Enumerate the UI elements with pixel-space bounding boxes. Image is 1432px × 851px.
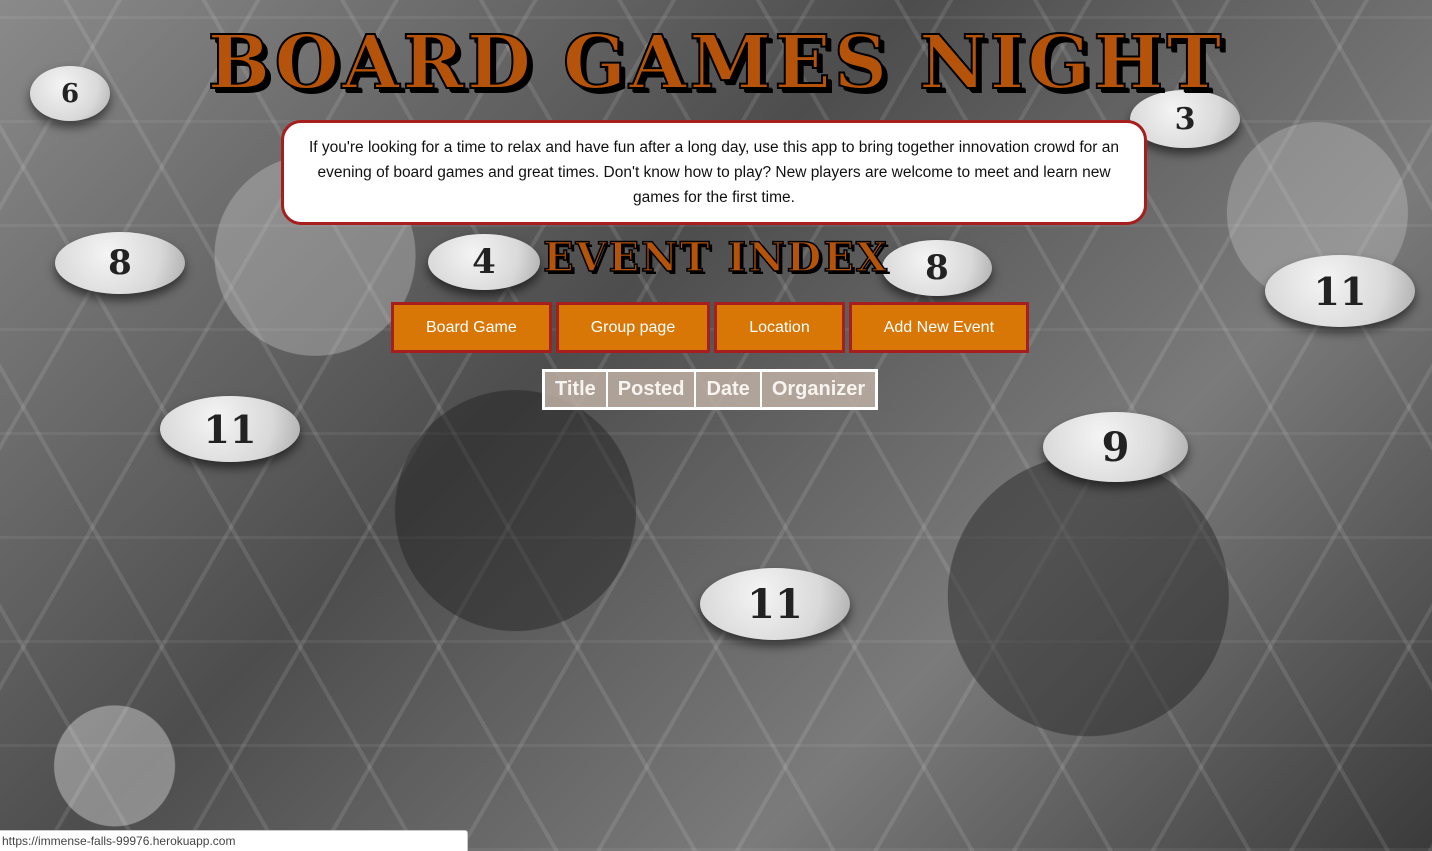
column-posted: Posted bbox=[605, 369, 697, 410]
column-title: Title bbox=[542, 369, 608, 410]
column-organizer: Organizer bbox=[759, 369, 878, 410]
events-table: Title Posted Date Organizer bbox=[542, 369, 879, 410]
link-status-bar: https://immense-falls-99976.herokuapp.co… bbox=[0, 830, 468, 851]
add-new-event-button[interactable]: Add New Event bbox=[848, 302, 1030, 353]
board-game-button[interactable]: Board Game bbox=[391, 302, 552, 353]
location-button[interactable]: Location bbox=[714, 302, 845, 353]
intro-text: If you're looking for a time to relax an… bbox=[281, 120, 1147, 225]
number-token: 11 bbox=[700, 568, 850, 640]
page-title: BOARD GAMES NIGHT bbox=[207, 20, 1225, 106]
number-token: 11 bbox=[160, 396, 300, 462]
column-date: Date bbox=[694, 369, 762, 410]
section-title: EVENT INDEX bbox=[542, 234, 889, 281]
event-nav: Board Game Group page Location Add New E… bbox=[391, 302, 1030, 353]
table-header-row: Title Posted Date Organizer bbox=[542, 369, 878, 410]
group-page-button[interactable]: Group page bbox=[555, 302, 711, 353]
number-token: 9 bbox=[1043, 412, 1188, 482]
